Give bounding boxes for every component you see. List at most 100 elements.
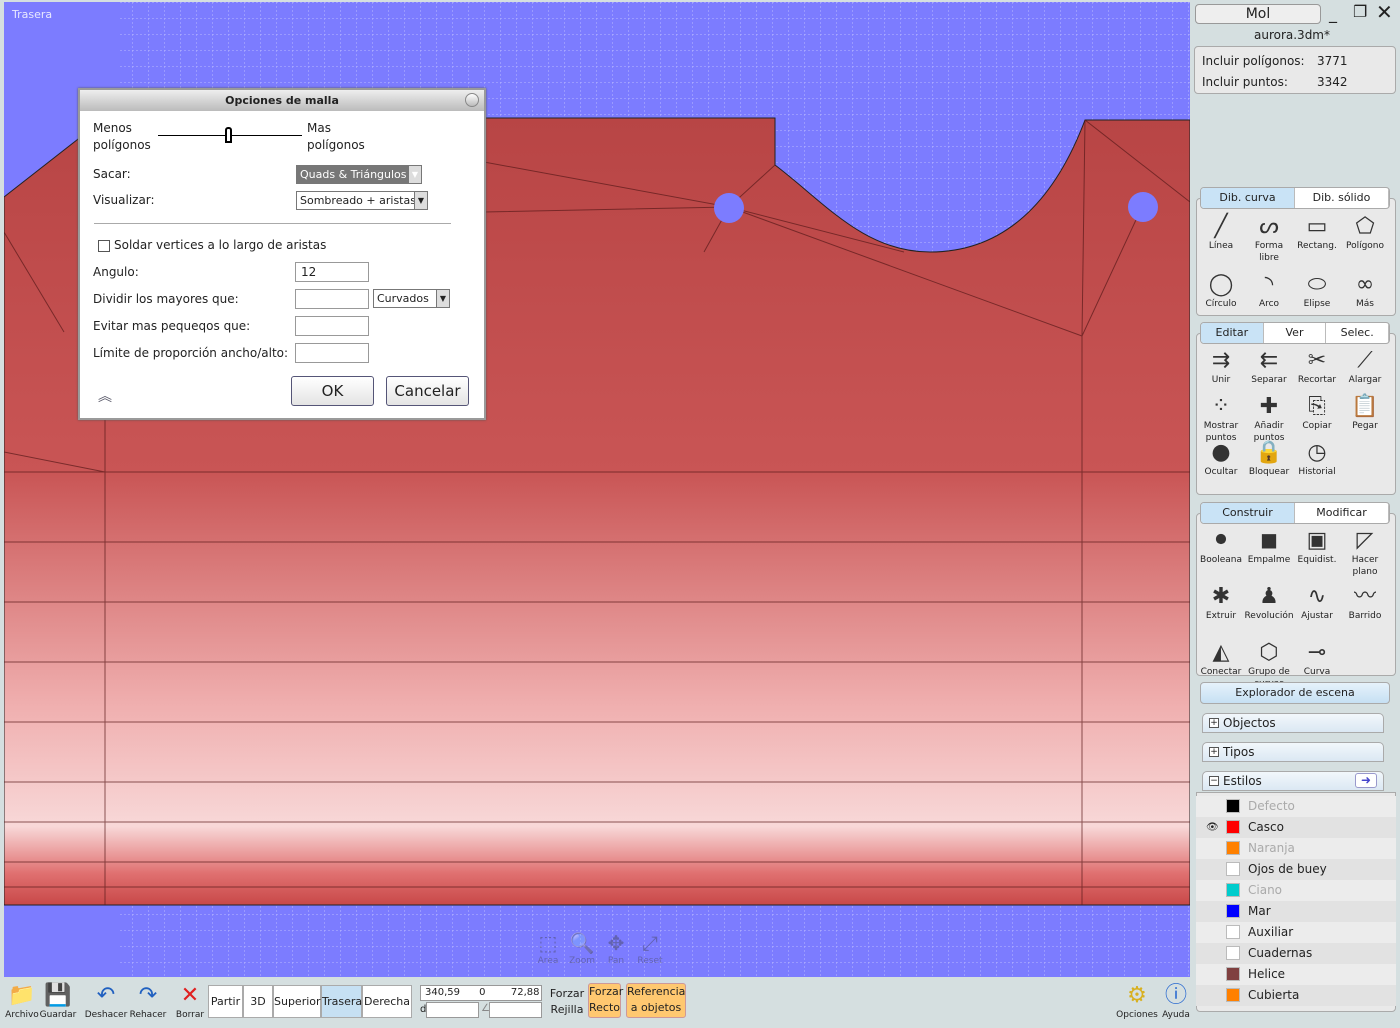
minimize-icon[interactable]: _	[1329, 4, 1337, 23]
options-button[interactable]: ⚙ Opciones	[1115, 982, 1159, 1020]
tab-ver[interactable]: Ver	[1264, 323, 1327, 343]
snap-grid-toggle[interactable]: Forzar Rejilla	[549, 986, 585, 1018]
tool-offset[interactable]: ▣ Equidist.	[1292, 528, 1342, 566]
snap-ortho-toggle[interactable]: Forzar Recto	[588, 983, 623, 1018]
eye-icon[interactable]: 👁	[1206, 817, 1219, 838]
objects-section[interactable]: + Objectos	[1202, 713, 1384, 733]
zoom-button[interactable]: 🔍 Zoom	[566, 930, 598, 966]
tool-helix[interactable]: ∞ Más	[1340, 272, 1390, 310]
mode-button[interactable]: Mol	[1195, 4, 1321, 24]
pan-button[interactable]: ✥ Pan	[600, 930, 632, 966]
tool-fit[interactable]: ∿ Ajustar	[1292, 584, 1342, 622]
style-row[interactable]: Auxiliar	[1196, 922, 1396, 943]
tool-curve-project[interactable]: ⊸ Curva	[1292, 640, 1342, 678]
tab-selec[interactable]: Selec.	[1326, 323, 1389, 343]
tool-boolean[interactable]: ⚫ Booleana	[1196, 528, 1246, 566]
tab-dib-solido[interactable]: Dib. sólido	[1295, 188, 1389, 208]
density-slider[interactable]	[158, 127, 302, 143]
styles-section[interactable]: − Estilos ➜	[1202, 771, 1384, 791]
limite-input[interactable]	[295, 343, 369, 363]
dividir-mode-select[interactable]: Curvados ▼	[373, 289, 450, 308]
tool-arc[interactable]: ◝ Arco	[1244, 272, 1294, 310]
style-row[interactable]: Cuadernas	[1196, 943, 1396, 964]
undo-button[interactable]: ↶ Deshacer	[84, 982, 128, 1020]
tool-scissors[interactable]: ✂ Recortar	[1292, 348, 1342, 386]
view-button-trasera[interactable]: Trasera	[321, 985, 362, 1018]
tool-ellipse[interactable]: ⬭ Elipse	[1292, 272, 1342, 310]
style-row[interactable]: Helice	[1196, 964, 1396, 985]
collapse-chevron-icon[interactable]: ︽	[98, 386, 112, 406]
tool-revolve[interactable]: ♟ Revolución	[1244, 584, 1294, 622]
view-button-partir[interactable]: Partir	[208, 985, 243, 1018]
tool-rectangle[interactable]: ▭ Rectang.	[1292, 214, 1342, 252]
area-zoom-button[interactable]: ⬚ Area	[532, 930, 564, 966]
tool-extend[interactable]: ⟋ Alargar	[1340, 348, 1390, 386]
tool-hide[interactable]: ● Ocultar	[1196, 440, 1246, 478]
style-row[interactable]: Ciano	[1196, 880, 1396, 901]
restore-icon[interactable]: ❐	[1353, 2, 1367, 21]
style-row[interactable]: 👁 Casco	[1196, 817, 1396, 838]
file-button[interactable]: 📁 Archivo	[2, 982, 42, 1020]
tool-copy[interactable]: ⎘ Copiar	[1292, 394, 1342, 432]
ok-button[interactable]: OK	[291, 376, 374, 406]
view-button-superior[interactable]: Superior	[273, 985, 321, 1018]
arrow-right-icon[interactable]: ➜	[1355, 773, 1377, 788]
tool-add-points[interactable]: ✚ Añadir puntos	[1244, 394, 1294, 444]
tool-paste[interactable]: 📋 Pegar	[1340, 394, 1390, 432]
color-swatch[interactable]	[1226, 946, 1240, 960]
tool-freeform[interactable]: ᔕ Forma libre	[1244, 214, 1294, 264]
tab-construir[interactable]: Construir	[1201, 503, 1295, 523]
color-swatch[interactable]	[1226, 988, 1240, 1002]
help-button[interactable]: ⓘ Ayuda	[1156, 982, 1196, 1020]
tab-dib-curva[interactable]: Dib. curva	[1201, 188, 1295, 208]
tab-editar[interactable]: Editar	[1201, 323, 1264, 343]
style-row[interactable]: Mar	[1196, 901, 1396, 922]
style-row[interactable]: Cubierta	[1196, 985, 1396, 1006]
color-swatch[interactable]	[1226, 925, 1240, 939]
color-swatch[interactable]	[1226, 841, 1240, 855]
evitar-input[interactable]	[295, 316, 369, 336]
dividir-input[interactable]	[295, 289, 369, 309]
tool-history[interactable]: ◷ Historial	[1292, 440, 1342, 478]
view-button-3d[interactable]: 3D	[243, 985, 273, 1018]
close-icon[interactable]: ✕	[1376, 0, 1393, 24]
save-button[interactable]: 💾 Guardar	[38, 982, 78, 1020]
tool-extrude[interactable]: ✱ Extruir	[1196, 584, 1246, 622]
cancel-button[interactable]: Cancelar	[386, 376, 469, 406]
tab-modificar[interactable]: Modificar	[1295, 503, 1389, 523]
tool-plane[interactable]: ◸ Hacer plano	[1340, 528, 1390, 578]
sacar-select[interactable]: Quads & Triángulos ▼	[296, 165, 422, 184]
color-swatch[interactable]	[1226, 820, 1240, 834]
scene-explorer-header[interactable]: Explorador de escena	[1200, 682, 1390, 704]
reset-button[interactable]: ⤢ Reset	[634, 930, 666, 966]
tool-fillet[interactable]: ◼ Empalme	[1244, 528, 1294, 566]
tool-loft[interactable]: ◭ Conectar	[1196, 640, 1246, 678]
tool-separate[interactable]: ⇇ Separar	[1244, 348, 1294, 386]
tool-polygon[interactable]: ⬠ Polígono	[1340, 214, 1390, 252]
view-button-derecha[interactable]: Derecha	[362, 985, 412, 1018]
tool-join[interactable]: ⇉ Unir	[1196, 348, 1246, 386]
dialog-close-button[interactable]	[465, 93, 479, 107]
tool-sweep[interactable]: 〰 Barrido	[1340, 584, 1390, 622]
types-section[interactable]: + Tipos	[1202, 742, 1384, 762]
soldar-checkbox[interactable]	[98, 240, 110, 252]
tool-line[interactable]: ╱ Línea	[1196, 214, 1246, 252]
color-swatch[interactable]	[1226, 967, 1240, 981]
slider-thumb[interactable]	[225, 127, 232, 143]
osnap-toggle[interactable]: Referencia a objetos	[626, 983, 686, 1018]
style-row[interactable]: Ojos de buey	[1196, 859, 1396, 880]
angulo-input[interactable]: 12	[295, 262, 369, 282]
tool-show-points[interactable]: ⁘ Mostrar puntos	[1196, 394, 1246, 444]
tool-lock[interactable]: 🔒 Bloquear	[1244, 440, 1294, 478]
delete-button[interactable]: ✕ Borrar	[172, 982, 208, 1020]
visualizar-select[interactable]: Sombreado + aristas ▼	[296, 191, 428, 210]
tool-circle[interactable]: ◯ Círculo	[1196, 272, 1246, 310]
style-row[interactable]: Naranja	[1196, 838, 1396, 859]
color-swatch[interactable]	[1226, 799, 1240, 813]
color-swatch[interactable]	[1226, 904, 1240, 918]
color-swatch[interactable]	[1226, 883, 1240, 897]
angle-input[interactable]	[489, 1002, 542, 1018]
redo-button[interactable]: ↷ Rehacer	[127, 982, 169, 1020]
distance-input[interactable]	[426, 1002, 479, 1018]
style-row[interactable]: Defecto	[1196, 796, 1396, 817]
